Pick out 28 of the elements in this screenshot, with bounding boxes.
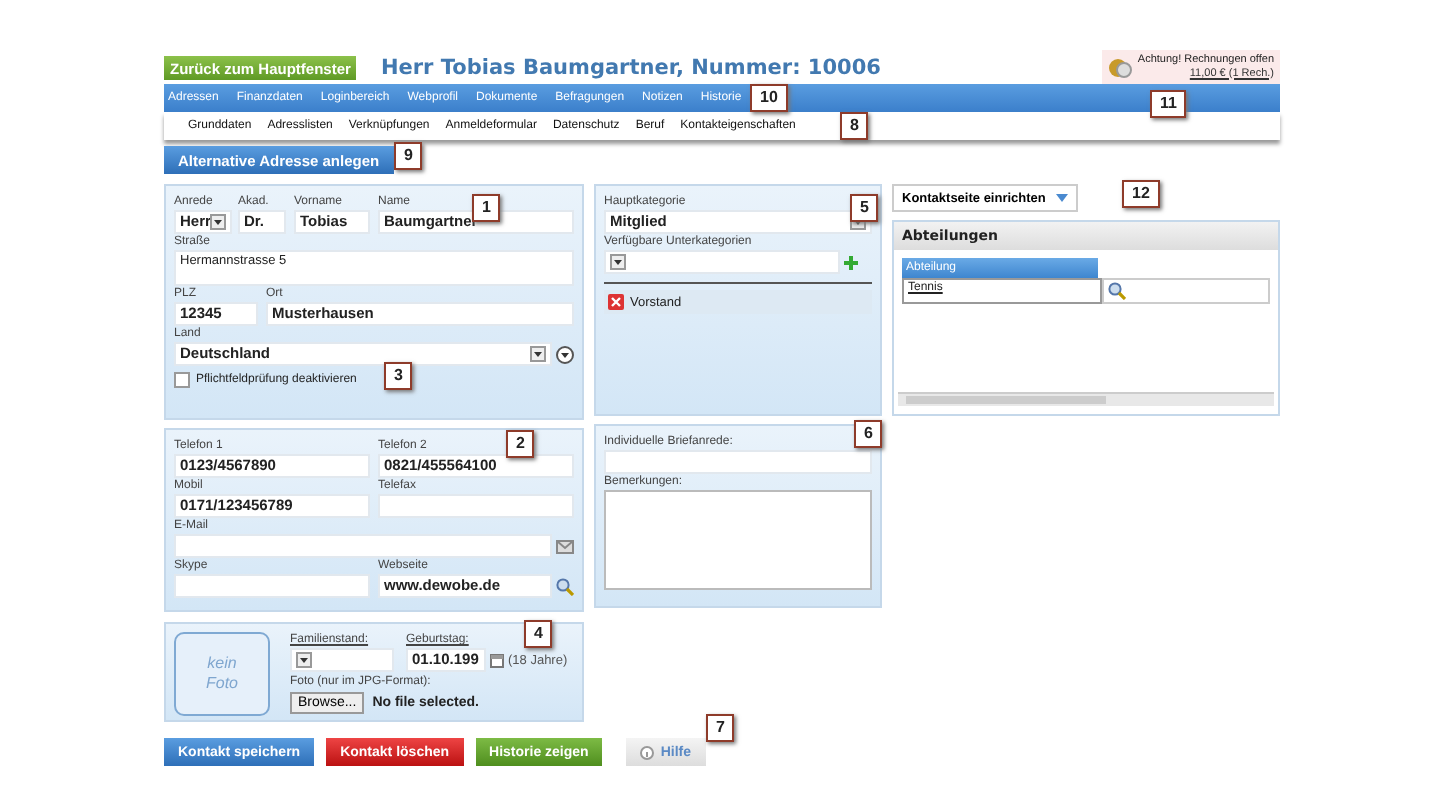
envelope-icon — [556, 539, 574, 553]
plus-icon — [844, 255, 858, 269]
callout-number: 11 — [1150, 90, 1187, 118]
dropdown-field[interactable] — [604, 250, 840, 274]
callout-number: 1 — [472, 194, 501, 222]
info-icon — [640, 745, 655, 759]
circle-down-icon — [556, 345, 574, 363]
callout-number: 7 — [706, 714, 735, 742]
callout-number: 3 — [384, 362, 413, 390]
callout-number: 4 — [524, 620, 553, 648]
remove-icon — [608, 294, 624, 310]
photo-text: Foto — [205, 674, 238, 694]
search-icon — [1108, 282, 1126, 300]
callout-number: 8 — [840, 112, 869, 140]
checkbox[interactable] — [174, 372, 190, 388]
caret-icon — [1055, 194, 1068, 202]
page-title: Herr Tobias Baumgartner, Nummer: 10006 — [380, 55, 883, 79]
callout-number: 2 — [506, 430, 535, 458]
coins-icon — [1107, 57, 1132, 77]
callout-number: 10 — [750, 84, 788, 112]
dropdown-field[interactable] — [290, 648, 394, 672]
callout-number: 12 — [1122, 180, 1160, 208]
photo-text: kein — [207, 654, 237, 674]
callout-number: 6 — [854, 420, 883, 448]
calendar-icon — [490, 653, 504, 667]
callout-number: 9 — [394, 142, 423, 170]
input-field[interactable] — [604, 490, 872, 590]
search-icon — [556, 577, 574, 595]
